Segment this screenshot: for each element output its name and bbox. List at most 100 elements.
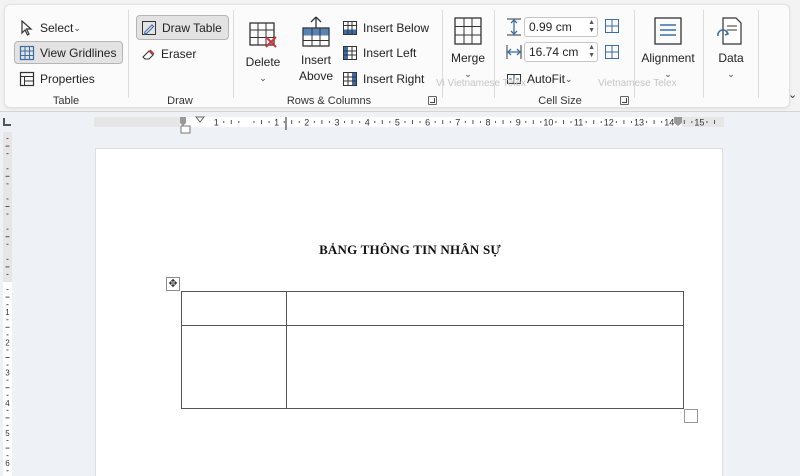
- cell-size-dialog-launcher-icon[interactable]: [620, 96, 629, 105]
- merge-button[interactable]: Merge ⌄: [448, 16, 488, 82]
- insert-right-label: Insert Right: [363, 72, 425, 86]
- text-alignment-icon: [653, 16, 683, 50]
- ime-overlay-text: Vi Vietnamese Telex: [436, 78, 527, 89]
- distribute-columns-icon[interactable]: [604, 44, 620, 63]
- autofit-label: AutoFit: [527, 72, 566, 86]
- draw-group-label: Draw: [167, 95, 193, 107]
- group-separator: [703, 10, 704, 98]
- insert-left-button[interactable]: Insert Left: [341, 43, 416, 63]
- eraser-icon: [139, 45, 157, 63]
- ruler-number: 1: [274, 118, 279, 128]
- table-row: [181, 325, 684, 409]
- group-separator: [128, 10, 129, 98]
- table-resize-handle-icon[interactable]: [684, 409, 698, 423]
- ruler-number: 6: [425, 118, 430, 128]
- ruler-number: 4: [365, 118, 370, 128]
- table-row: [181, 291, 684, 326]
- table-cell[interactable]: [286, 325, 684, 409]
- column-width-field[interactable]: 16.74 cm ▲ ▼: [524, 42, 598, 62]
- row-height-field[interactable]: 0.99 cm ▲ ▼: [524, 17, 598, 37]
- properties-label: Properties: [40, 72, 95, 86]
- table-cell[interactable]: [181, 325, 287, 409]
- ruler-number: 8: [485, 118, 490, 128]
- table-cell[interactable]: [286, 291, 684, 326]
- merge-label: Merge: [450, 51, 485, 65]
- row-height-value: 0.99 cm: [529, 20, 572, 34]
- insert-above-label-line1: Insert: [300, 53, 331, 67]
- ribbon: Select ⌄ View Gridlines Properties Table…: [0, 0, 800, 112]
- gridlines-icon: [18, 44, 36, 62]
- spinner-icon[interactable]: ▲ ▼: [588, 44, 595, 60]
- ruler-number: 6: [5, 459, 10, 468]
- merge-cells-icon: [453, 16, 483, 50]
- view-gridlines-label: View Gridlines: [40, 45, 117, 60]
- vertical-ruler[interactable]: 1 2 3 4 5 6: [0, 132, 14, 476]
- eraser-button[interactable]: Eraser: [139, 44, 196, 64]
- view-gridlines-button[interactable]: View Gridlines: [14, 41, 124, 64]
- insert-below-label: Insert Below: [363, 21, 430, 35]
- select-button[interactable]: Select ⌄: [18, 18, 81, 38]
- delete-button[interactable]: Delete ⌄: [242, 20, 284, 86]
- draw-table-label: Draw Table: [162, 20, 222, 35]
- insert-above-label-line2: Above: [298, 69, 334, 83]
- table-properties-icon: [18, 70, 36, 88]
- ruler-number: 10: [543, 118, 553, 128]
- group-separator: [758, 10, 759, 98]
- chevron-down-icon: ⌄: [73, 22, 81, 33]
- cursor-arrow-icon: [18, 19, 36, 37]
- ruler-number: 11: [574, 118, 583, 128]
- eraser-label: Eraser: [161, 47, 197, 61]
- ruler-number: 15: [694, 118, 704, 128]
- tab-selector-icon[interactable]: [3, 118, 11, 126]
- chevron-down-icon: ⌄: [727, 69, 735, 79]
- ruler-number: 1: [5, 308, 10, 317]
- alignment-label: Alignment: [641, 51, 695, 65]
- insert-below-button[interactable]: Insert Below: [341, 18, 429, 38]
- ruler-number: 1: [214, 118, 219, 128]
- insert-below-icon: [341, 19, 359, 37]
- ruler-number: 9: [516, 118, 521, 128]
- ruler-number: 12: [604, 118, 614, 128]
- collapse-ribbon-chevron-icon[interactable]: ⌄: [788, 88, 797, 101]
- ruler-number: 7: [455, 118, 460, 128]
- ime-overlay-text: Vietnamese Telex: [598, 78, 677, 89]
- column-width-value: 16.74 cm: [529, 45, 579, 59]
- document-page[interactable]: BẢNG THÔNG TIN NHÂN SỰ ✥: [95, 148, 723, 476]
- hanging-indent-icon[interactable]: [180, 125, 192, 135]
- data-button[interactable]: Data ⌄: [712, 16, 750, 82]
- ruler-number: 2: [304, 118, 309, 128]
- table-move-handle-icon[interactable]: ✥: [166, 277, 180, 291]
- ruler-number: 5: [5, 429, 10, 438]
- insert-left-label: Insert Left: [363, 46, 417, 60]
- document-table[interactable]: [181, 291, 684, 409]
- insert-left-icon: [341, 44, 359, 62]
- data-label: Data: [718, 51, 744, 65]
- properties-button[interactable]: Properties: [18, 69, 95, 89]
- draw-table-button[interactable]: Draw Table: [136, 15, 229, 40]
- column-width-icon: [505, 43, 523, 64]
- cell-size-group-label: Cell Size: [538, 95, 582, 107]
- insert-right-button[interactable]: Insert Right: [341, 69, 424, 89]
- ruler-number: 2: [5, 338, 10, 347]
- rows-columns-dialog-launcher-icon[interactable]: [428, 96, 437, 105]
- spinner-icon[interactable]: ▲ ▼: [588, 19, 595, 35]
- document-title[interactable]: BẢNG THÔNG TIN NHÂN SỰ: [96, 242, 724, 258]
- ruler-number: 13: [634, 118, 644, 128]
- delete-label: Delete: [245, 55, 281, 69]
- ruler-number: 5: [395, 118, 400, 128]
- distribute-rows-icon[interactable]: [604, 18, 620, 37]
- alignment-button[interactable]: Alignment ⌄: [638, 16, 698, 82]
- table-group-label: Table: [52, 95, 80, 107]
- ruler-number: 14: [664, 118, 674, 128]
- group-separator: [233, 10, 234, 98]
- delete-table-icon: [248, 20, 278, 54]
- insert-above-icon: [300, 16, 332, 52]
- chevron-down-icon: ⌄: [259, 73, 267, 83]
- select-label: Select: [40, 21, 74, 35]
- insert-right-icon: [341, 70, 359, 88]
- data-document-icon: [716, 16, 746, 50]
- ruler-number: 3: [5, 369, 10, 378]
- chevron-down-icon: ⌄: [565, 73, 573, 84]
- table-cell[interactable]: [181, 291, 287, 326]
- insert-above-button[interactable]: Insert Above: [294, 16, 338, 84]
